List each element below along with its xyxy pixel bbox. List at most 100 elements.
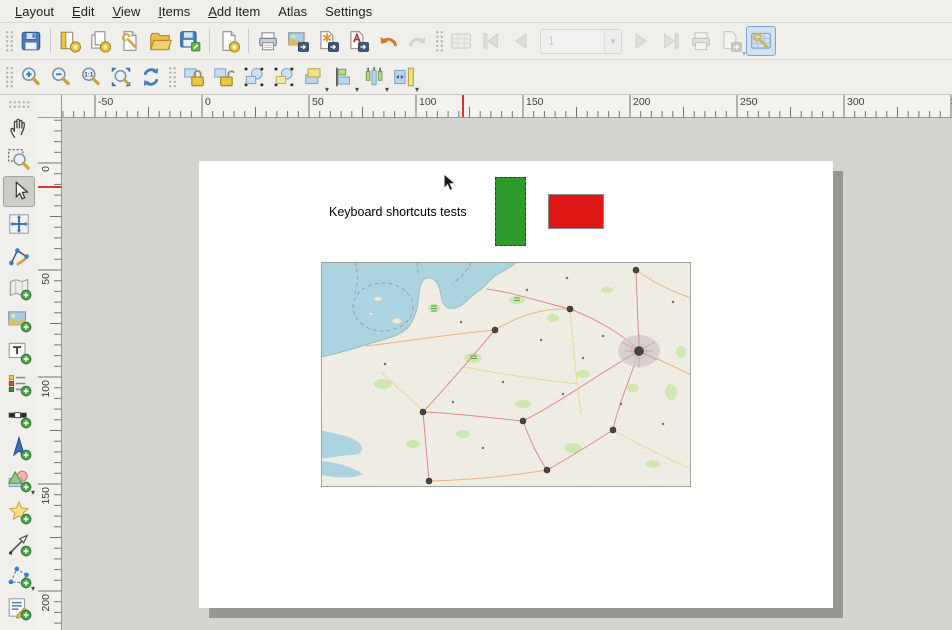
add-north-arrow-icon	[6, 435, 32, 461]
unlock-all-items-button[interactable]	[209, 62, 239, 92]
add-marker-button[interactable]	[3, 496, 35, 527]
atlas-preview-button[interactable]	[446, 26, 476, 56]
distribute-items-icon	[362, 65, 386, 89]
add-html-button[interactable]	[3, 592, 35, 623]
menu-edit[interactable]: Edit	[63, 3, 103, 20]
redo-button[interactable]	[403, 26, 433, 56]
export-svg-button[interactable]	[313, 26, 343, 56]
redo-icon	[406, 29, 430, 53]
export-pdf-icon	[346, 29, 370, 53]
add-scalebar-button[interactable]	[3, 400, 35, 431]
toolbar-grip[interactable]	[5, 66, 14, 88]
hruler-label: 200	[633, 96, 651, 108]
zoom-tool-button[interactable]	[3, 144, 35, 175]
atlas-page-spinbox[interactable]: 1 ▼	[540, 29, 622, 54]
prev-icon	[509, 29, 533, 53]
zoom-full-icon	[109, 65, 133, 89]
menu-layout[interactable]: Layout	[6, 3, 63, 20]
add-arrow-button[interactable]	[3, 528, 35, 559]
menu-add-item[interactable]: Add Item	[199, 3, 269, 20]
raise-selected-items-button[interactable]	[299, 62, 329, 92]
page[interactable]: Keyboard shortcuts tests	[199, 161, 833, 608]
atlas-first-feature-button[interactable]	[476, 26, 506, 56]
add-map-button[interactable]	[3, 272, 35, 303]
hruler-cursor-marker	[462, 95, 464, 117]
hruler-label: 100	[419, 96, 437, 108]
add-page-button[interactable]	[214, 26, 244, 56]
atlas-next-feature-button[interactable]	[626, 26, 656, 56]
add-picture-button[interactable]	[3, 304, 35, 335]
atlas-prev-feature-button[interactable]	[506, 26, 536, 56]
duplicate-layout-button[interactable]	[85, 26, 115, 56]
hruler-label: 150	[526, 96, 544, 108]
group-icon	[242, 65, 266, 89]
group-items-button[interactable]	[239, 62, 269, 92]
add-north-arrow-button[interactable]	[3, 432, 35, 463]
select-move-item-button[interactable]	[3, 176, 35, 207]
toolbar-grip[interactable]	[435, 30, 444, 52]
add-shape-button[interactable]	[3, 464, 35, 495]
move-content-icon	[6, 211, 32, 237]
layout-manager-button[interactable]	[115, 26, 145, 56]
align-selected-items-button[interactable]	[329, 62, 359, 92]
print-atlas-button[interactable]	[686, 26, 716, 56]
print-button[interactable]	[253, 26, 283, 56]
move-item-content-button[interactable]	[3, 208, 35, 239]
menu-items[interactable]: Items	[149, 3, 199, 20]
pan-layout-button[interactable]	[3, 112, 35, 143]
zoom-full-button[interactable]	[106, 62, 136, 92]
new-layout-button[interactable]	[55, 26, 85, 56]
edit-nodes-item-button[interactable]	[3, 240, 35, 271]
distribute-selected-items-button[interactable]	[359, 62, 389, 92]
menu-view[interactable]: View	[103, 3, 149, 20]
mouse-cursor	[443, 173, 457, 193]
menu-atlas[interactable]: Atlas	[269, 3, 316, 20]
next-icon	[629, 29, 653, 53]
zoom-out-button[interactable]	[46, 62, 76, 92]
add-scalebar-icon	[6, 403, 32, 429]
hruler-label: 50	[312, 96, 324, 108]
undo-button[interactable]	[373, 26, 403, 56]
menu-settings[interactable]: Settings	[316, 3, 381, 20]
toolbar-grip[interactable]	[8, 100, 30, 109]
export-pdf-button[interactable]	[343, 26, 373, 56]
atlas-last-feature-button[interactable]	[656, 26, 686, 56]
atlas-settings-button[interactable]	[746, 26, 776, 56]
edit-nodes-icon	[6, 243, 32, 269]
toolbar-grip[interactable]	[5, 30, 14, 52]
vertical-ruler[interactable]: 050100150200	[38, 118, 62, 630]
export-atlas-button[interactable]	[716, 26, 746, 56]
export-image-button[interactable]	[283, 26, 313, 56]
horizontal-ruler[interactable]: -50050100150200250300350	[62, 95, 952, 118]
vruler-label: 100	[40, 380, 52, 398]
folder-icon	[148, 29, 172, 53]
resize-selected-items-button[interactable]	[389, 62, 419, 92]
ungroup-items-button[interactable]	[269, 62, 299, 92]
save-project-button[interactable]	[16, 26, 46, 56]
zoom-actual-size-button[interactable]: 1:1	[76, 62, 106, 92]
add-legend-icon	[6, 371, 32, 397]
layout-canvas[interactable]: Keyboard shortcuts tests	[62, 118, 952, 630]
save-as-template-button[interactable]	[175, 26, 205, 56]
load-from-template-button[interactable]	[145, 26, 175, 56]
layout-manager-icon	[118, 29, 142, 53]
add-label-button[interactable]	[3, 336, 35, 367]
toolbar-grip[interactable]	[168, 66, 177, 88]
green-rectangle-item[interactable]	[495, 177, 526, 246]
add-picture-icon	[6, 307, 32, 333]
label-item[interactable]: Keyboard shortcuts tests	[329, 205, 467, 219]
zoom-in-button[interactable]	[16, 62, 46, 92]
export-atlas-icon	[719, 29, 743, 53]
print-icon	[256, 29, 280, 53]
red-rectangle-item[interactable]	[548, 194, 604, 229]
spinbox-dropdown-icon[interactable]: ▼	[604, 30, 621, 53]
refresh-view-button[interactable]	[136, 62, 166, 92]
add-legend-button[interactable]	[3, 368, 35, 399]
lock-selected-items-button[interactable]	[179, 62, 209, 92]
last-icon	[659, 29, 683, 53]
vruler-label: 150	[40, 487, 52, 505]
vruler-cursor-marker	[38, 186, 61, 188]
toolbox	[0, 95, 38, 630]
map-item[interactable]	[321, 262, 691, 487]
add-node-item-button[interactable]	[3, 560, 35, 591]
